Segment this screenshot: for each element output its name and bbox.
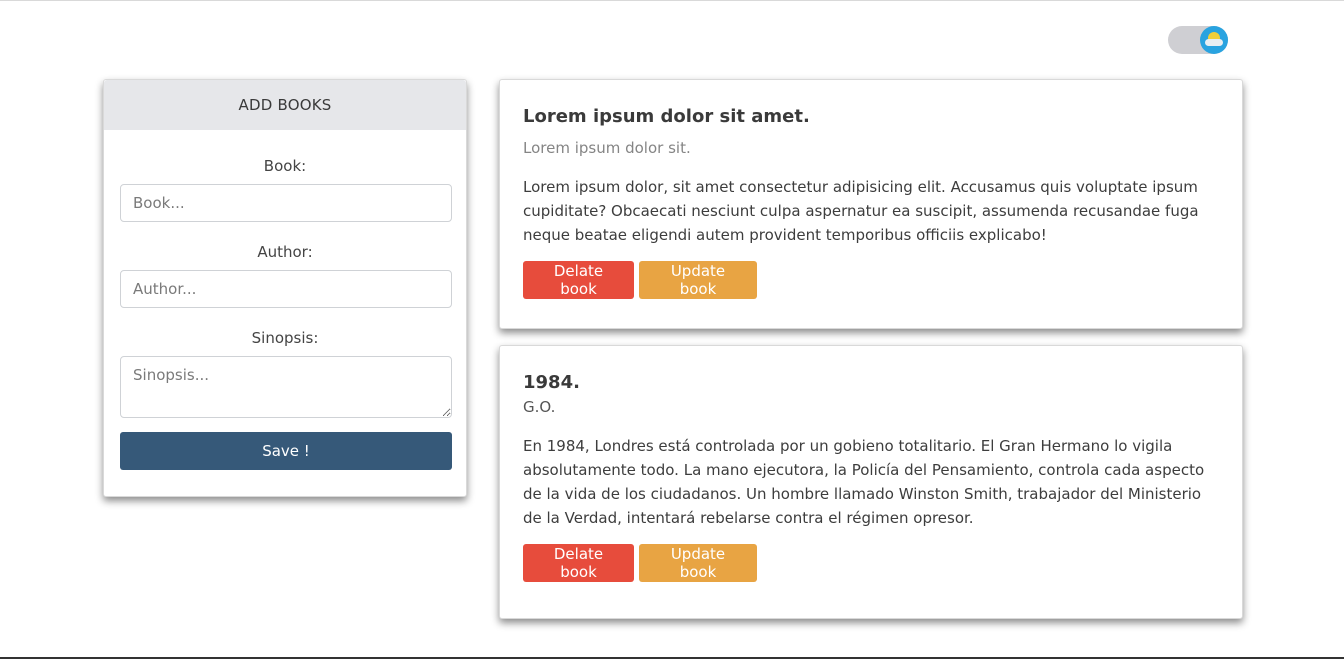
book-card: 1984. G.O. En 1984, Londres está control… — [499, 345, 1243, 619]
update-book-button[interactable]: Update book — [639, 261, 757, 299]
save-button[interactable]: Save ! — [120, 432, 452, 470]
book-author: G.O. — [523, 398, 556, 416]
book-title: 1984. — [523, 372, 580, 393]
book-synopsis: En 1984, Londres está controlada por un … — [523, 437, 1205, 527]
book-title: Lorem ipsum dolor sit amet. — [523, 106, 810, 127]
add-books-card: ADD BOOKS Book: Author: Sinopsis: Save ! — [103, 79, 467, 497]
book-label: Book: — [263, 157, 307, 175]
author-label: Author: — [257, 243, 313, 261]
theme-toggle[interactable] — [1168, 26, 1228, 54]
author-input[interactable] — [120, 270, 452, 308]
book-author: Lorem ipsum dolor sit. — [523, 139, 691, 157]
add-books-form: Book: Author: Sinopsis: Save ! — [104, 130, 466, 470]
update-book-button[interactable]: Update book — [639, 544, 757, 582]
book-actions: Delate book Update book — [523, 544, 1218, 582]
delete-book-button[interactable]: Delate book — [523, 261, 634, 299]
add-books-header: ADD BOOKS — [104, 80, 466, 130]
synopsis-label: Sinopsis: — [251, 329, 319, 347]
book-input[interactable] — [120, 184, 452, 222]
book-synopsis: Lorem ipsum dolor, sit amet consectetur … — [523, 178, 1199, 244]
delete-book-button[interactable]: Delate book — [523, 544, 634, 582]
book-card: Lorem ipsum dolor sit amet. Lorem ipsum … — [499, 79, 1243, 329]
synopsis-textarea[interactable] — [120, 356, 452, 418]
book-actions: Delate book Update book — [523, 261, 1218, 299]
sun-cloud-icon — [1200, 26, 1228, 54]
